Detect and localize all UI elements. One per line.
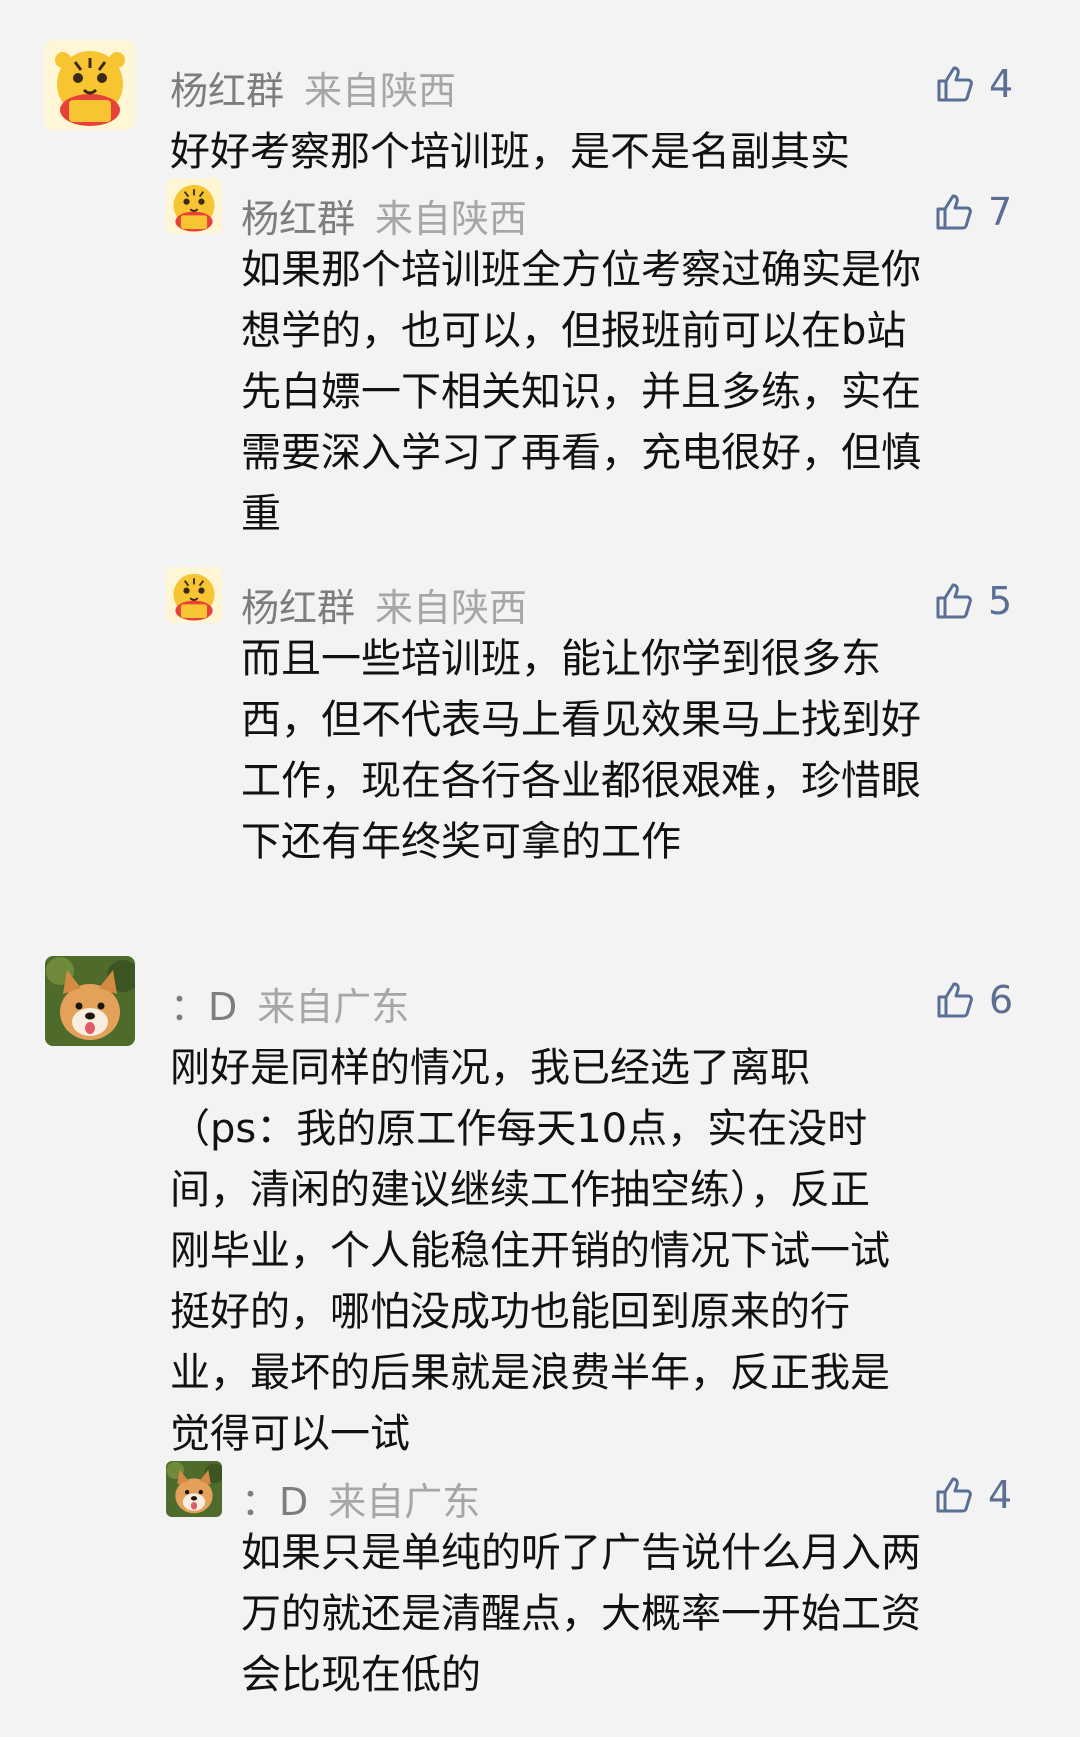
comment-header: ：D 来自广东 xyxy=(170,976,409,1031)
thumbs-up-icon xyxy=(936,194,972,230)
like-button[interactable]: 7 xyxy=(934,190,1012,234)
like-count: 7 xyxy=(988,190,1013,234)
location-label: 来自陕西 xyxy=(375,197,528,241)
comment-header: ：D 来自广东 xyxy=(241,1471,480,1526)
tiger-avatar[interactable] xyxy=(45,40,135,130)
thumbs-up-icon xyxy=(936,1477,972,1513)
username[interactable]: 杨红群 xyxy=(170,60,284,115)
like-count: 4 xyxy=(989,62,1014,106)
like-count: 4 xyxy=(988,1473,1013,1517)
comment-header: 杨红群 来自陕西 xyxy=(170,60,456,115)
like-button[interactable]: 4 xyxy=(934,1473,1012,1517)
location-label: 来自广东 xyxy=(257,985,410,1029)
thumbs-up-icon xyxy=(937,66,973,102)
comment-header: 杨红群 来自陕西 xyxy=(241,188,527,243)
thumbs-up-icon xyxy=(936,583,972,619)
username[interactable]: 杨红群 xyxy=(241,577,355,632)
thumbs-up-icon xyxy=(937,982,973,1018)
dog-avatar[interactable] xyxy=(45,956,135,1046)
like-button[interactable]: 5 xyxy=(934,579,1012,623)
reply: 杨红群 来自陕西 5 而且一些培训班，能让你学到很多东 西，但不代表马上看见效果… xyxy=(166,567,1046,865)
location-label: 来自陕西 xyxy=(304,69,457,113)
reply: 杨红群 来自陕西 7 如果那个培训班全方位考察过确实是你 想学的，也可以，但报班… xyxy=(166,178,1046,537)
username[interactable]: ：D xyxy=(241,1471,308,1526)
comment: ：D 来自广东 6 刚好是同样的情况，我已经选了离职 （ps：我的原工作每天10… xyxy=(45,956,1045,1457)
comment-text: 如果那个培训班全方位考察过确实是你 想学的，也可以，但报班前可以在b站 先白嫖一… xyxy=(241,247,921,537)
tiger-avatar[interactable] xyxy=(166,567,222,623)
location-label: 来自广东 xyxy=(328,1480,481,1524)
like-count: 6 xyxy=(989,978,1014,1022)
comment-text: 刚好是同样的情况，我已经选了离职 （ps：我的原工作每天10点，实在没时 间，清… xyxy=(170,1045,890,1457)
like-button[interactable]: 4 xyxy=(935,62,1013,106)
username[interactable]: ：D xyxy=(170,976,237,1031)
reply: ：D 来自广东 4 如果只是单纯的听了广告说什么月入两 万的就还是清醒点，大概率… xyxy=(166,1461,1046,1701)
comment-text: 好好考察那个培训班，是不是名副其实 xyxy=(170,129,850,175)
comment: 杨红群 来自陕西 4 好好考察那个培训班，是不是名副其实 xyxy=(45,40,1045,175)
like-button[interactable]: 6 xyxy=(935,978,1013,1022)
username[interactable]: 杨红群 xyxy=(241,188,355,243)
tiger-avatar[interactable] xyxy=(166,178,222,234)
comment-text: 而且一些培训班，能让你学到很多东 西，但不代表马上看见效果马上找到好 工作，现在… xyxy=(241,636,921,865)
dog-avatar[interactable] xyxy=(166,1461,222,1517)
location-label: 来自陕西 xyxy=(375,586,528,630)
comment-text: 如果只是单纯的听了广告说什么月入两 万的就还是清醒点，大概率一开始工资 会比现在… xyxy=(241,1530,921,1698)
like-count: 5 xyxy=(988,579,1013,623)
comment-header: 杨红群 来自陕西 xyxy=(241,577,527,632)
